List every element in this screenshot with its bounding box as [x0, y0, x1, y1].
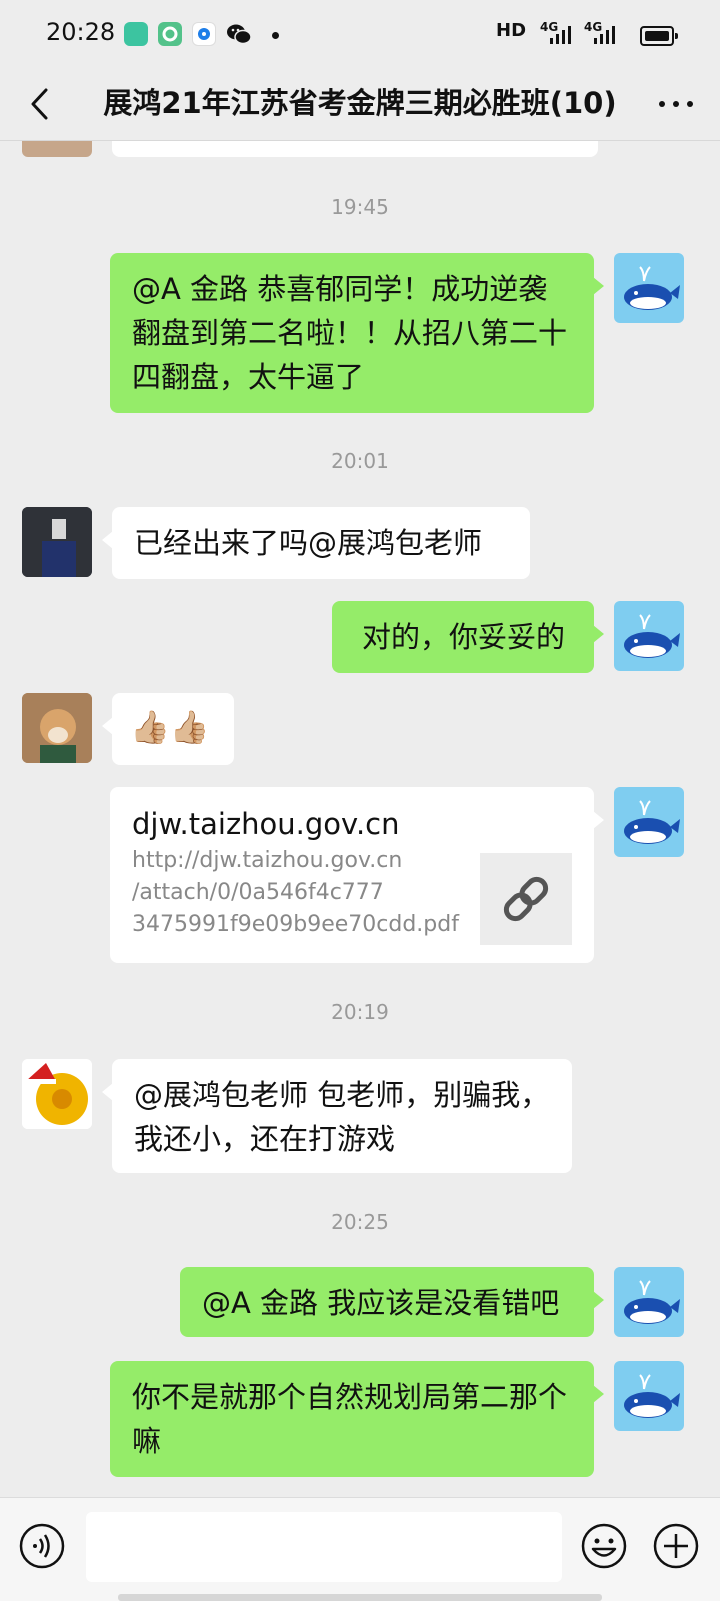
message-input[interactable] — [86, 1512, 562, 1582]
chat-title: 展鸿21年江苏省考金牌三期必胜班(10) — [103, 86, 617, 120]
avatar-whale[interactable] — [614, 601, 684, 671]
message-line: @A 金路 恭喜郁同学！成功逆袭 — [132, 272, 548, 306]
link-url: http://djw.taizhou.gov.cn /attach/0/0a54… — [132, 845, 472, 941]
message-line: @展鸿包老师 包老师，别骗我， — [134, 1078, 550, 1112]
message-bubble-incoming[interactable]: 已经出来了吗@展鸿包老师 — [102, 507, 530, 579]
message-bubble-incoming[interactable]: 👍🏼👍🏼 — [102, 693, 234, 765]
app-notification-icon — [192, 22, 216, 46]
message-bubble-partial[interactable] — [112, 141, 598, 157]
chat-area[interactable]: 19:45 @A 金路 恭喜郁同学！成功逆袭 翻盘到第二名啦！！从招八第二十 四… — [0, 141, 720, 1497]
message-line: 我还小，还在打游戏 — [134, 1122, 396, 1156]
link-url-line: http://djw.taizhou.gov.cn — [132, 848, 403, 873]
message-bubble-outgoing[interactable]: 对的，你妥妥的 — [332, 601, 604, 673]
more-notifications-icon — [272, 32, 279, 39]
message-line: 四翻盘，太牛逼了 — [132, 360, 365, 394]
chat-header: 展鸿21年江苏省考金牌三期必胜班(10) — [0, 70, 720, 141]
timestamp: 20:25 — [331, 1210, 389, 1234]
avatar-whale[interactable] — [614, 787, 684, 857]
message-text: @A 金路 我应该是没看错吧 — [202, 1286, 560, 1320]
input-bar — [0, 1497, 720, 1601]
avatar-whale[interactable] — [614, 1361, 684, 1431]
message-line: 你不是就那个自然规划局第二那个 — [132, 1380, 568, 1414]
message-bubble-outgoing[interactable]: @A 金路 我应该是没看错吧 — [180, 1267, 604, 1337]
link-card[interactable]: djw.taizhou.gov.cn http://djw.taizhou.go… — [110, 787, 604, 963]
avatar-shiba[interactable] — [22, 141, 92, 157]
link-url-line: 3475991f9e09b9ee70cdd.pdf — [132, 912, 459, 937]
timestamp: 19:45 — [331, 195, 389, 219]
avatar-sunflower[interactable] — [22, 1059, 92, 1129]
voice-input-icon[interactable] — [18, 1522, 66, 1570]
battery-icon — [640, 26, 678, 46]
app-notification-icon — [124, 22, 148, 46]
plus-icon[interactable] — [652, 1522, 700, 1570]
link-icon — [503, 876, 549, 922]
message-bubble-outgoing[interactable]: @A 金路 恭喜郁同学！成功逆袭 翻盘到第二名啦！！从招八第二十 四翻盘，太牛逼… — [110, 253, 604, 413]
avatar-whale[interactable] — [614, 253, 684, 323]
avatar-shiba[interactable] — [22, 693, 92, 763]
message-line: 嘛 — [132, 1424, 162, 1458]
timestamp: 20:01 — [331, 449, 389, 473]
app-notification-icon — [158, 22, 182, 46]
status-time: 20:28 — [46, 18, 116, 46]
avatar-dark-photo[interactable] — [22, 507, 92, 577]
message-text: 已经出来了吗@展鸿包老师 — [134, 526, 483, 560]
wechat-icon — [226, 22, 252, 46]
message-text: 对的，你妥妥的 — [362, 620, 566, 654]
thumbs-up-emoji: 👍🏼👍🏼 — [130, 708, 210, 746]
timestamp: 20:19 — [331, 1000, 389, 1024]
emoji-icon[interactable] — [580, 1522, 628, 1570]
status-bar: 20:28 HD 4G 4G — [0, 0, 720, 70]
message-line: 翻盘到第二名啦！！从招八第二十 — [132, 316, 568, 350]
link-title: djw.taizhou.gov.cn — [132, 807, 400, 841]
back-arrow-icon[interactable] — [20, 82, 64, 126]
link-thumbnail — [480, 853, 572, 945]
message-bubble-incoming[interactable]: @展鸿包老师 包老师，别骗我， 我还小，还在打游戏 — [102, 1059, 572, 1173]
signal-icon — [594, 26, 615, 44]
more-options-icon[interactable] — [654, 82, 698, 126]
link-url-line: /attach/0/0a546f4c777 — [132, 880, 384, 905]
hd-indicator: HD — [496, 20, 527, 41]
signal-icon — [550, 26, 571, 44]
message-bubble-outgoing[interactable]: 你不是就那个自然规划局第二那个 嘛 — [110, 1361, 604, 1477]
avatar-whale[interactable] — [614, 1267, 684, 1337]
